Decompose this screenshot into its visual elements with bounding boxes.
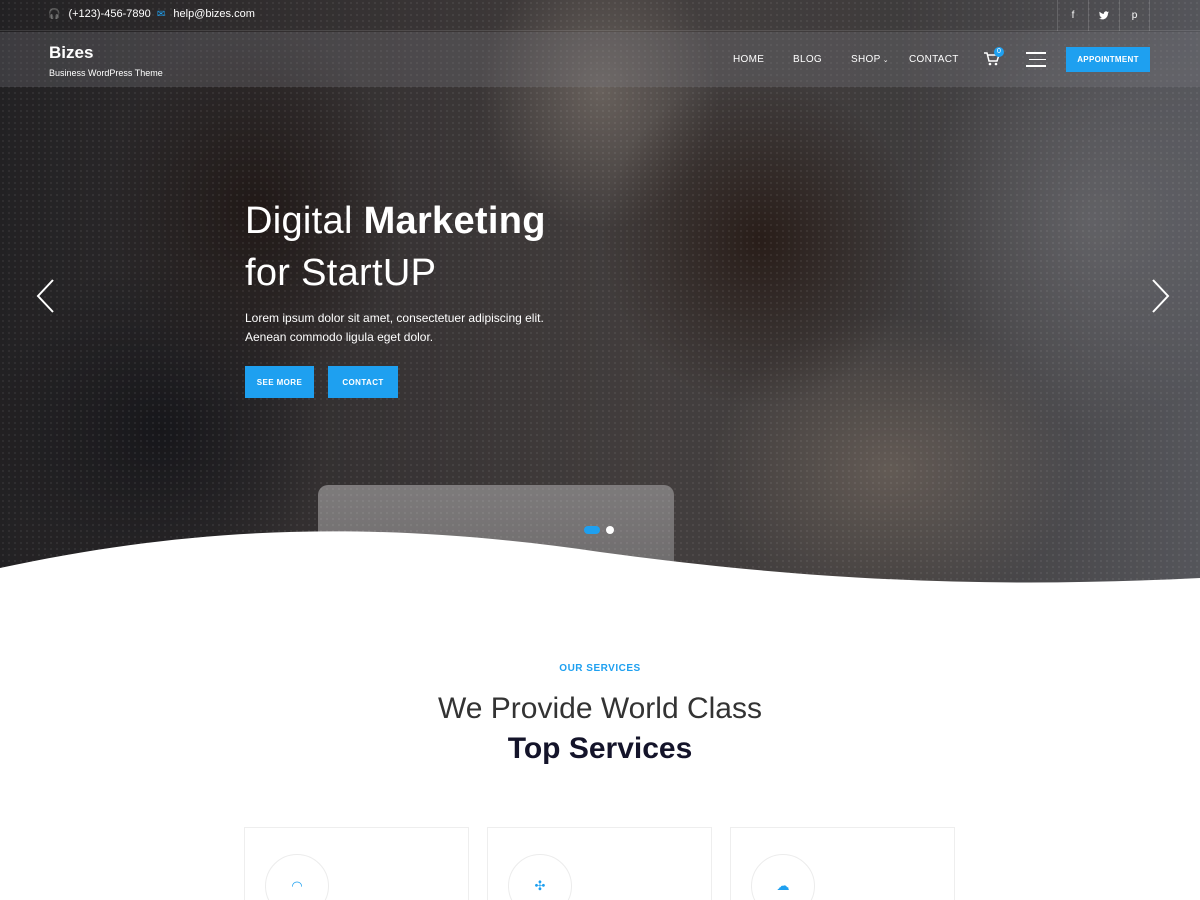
service-card[interactable]: ◠ [244, 827, 469, 900]
mail-icon: ✉ [157, 8, 166, 20]
site-name: Bizes [49, 43, 94, 62]
email-address: help@bizes.com [173, 8, 255, 20]
headset-icon: 🎧 [48, 8, 61, 20]
pinterest-icon[interactable]: p [1119, 0, 1150, 31]
chevron-down-icon: ⌄ [880, 57, 889, 64]
facebook-icon[interactable]: f [1057, 0, 1088, 31]
nav-item-contact[interactable]: CONTACT [909, 54, 959, 65]
network-icon: ✣ [508, 854, 572, 900]
hero-overlay [0, 0, 1200, 600]
contact-button[interactable]: CONTACT [328, 366, 398, 398]
hero-description-line2: Aenean commodo ligula eget dolor. [245, 330, 434, 344]
services-eyebrow: OUR SERVICES [559, 663, 641, 674]
cart-count-badge: 0 [994, 47, 1004, 57]
hero-headline-bold: Marketing [363, 200, 546, 242]
site-tagline: Business WordPress Theme [49, 68, 163, 78]
service-card[interactable]: ✣ [487, 827, 712, 900]
cloud-upload-icon: ☁ [751, 854, 815, 900]
slider-dot-1[interactable] [584, 526, 600, 534]
nav-item-shop-label: SHOP [851, 54, 881, 65]
service-card[interactable]: ☁ [730, 827, 955, 900]
speed-gauge-icon: ◠ [265, 854, 329, 900]
phone-contact[interactable]: 🎧 (+123)-456-7890 [48, 8, 151, 20]
hero-headline: Digital Marketing for StartUP [245, 195, 546, 299]
services-title-light: We Provide World Class [438, 692, 762, 725]
hamburger-menu-icon[interactable] [1026, 52, 1046, 72]
chevron-left-icon[interactable] [35, 278, 55, 314]
main-navbar: Bizes Business WordPress Theme HOME BLOG… [0, 32, 1200, 87]
nav-item-blog[interactable]: BLOG [793, 54, 822, 65]
hero-headline-line2: for StartUP [245, 252, 437, 294]
hero-slider: 🎧 (+123)-456-7890 ✉ help@bizes.com f p B… [0, 0, 1200, 600]
hero-headline-light: Digital [245, 200, 364, 242]
social-links: f p [1057, 0, 1150, 31]
email-contact[interactable]: ✉ help@bizes.com [157, 8, 255, 20]
twitter-icon[interactable] [1088, 0, 1119, 31]
phone-number: (+123)-456-7890 [68, 8, 151, 20]
services-title-bold: Top Services [507, 732, 693, 765]
slider-dot-2[interactable] [606, 526, 614, 534]
top-bar: 🎧 (+123)-456-7890 ✉ help@bizes.com f p [0, 0, 1200, 31]
appointment-button[interactable]: APPOINTMENT [1066, 47, 1150, 72]
slider-pagination [584, 526, 614, 534]
nav-item-shop[interactable]: SHOP ⌄ [851, 54, 889, 65]
hero-description: Lorem ipsum dolor sit amet, consectetuer… [245, 309, 544, 347]
nav-item-home[interactable]: HOME [733, 54, 764, 65]
see-more-button[interactable]: SEE MORE [245, 366, 314, 398]
chevron-right-icon[interactable] [1151, 278, 1171, 314]
hero-description-line1: Lorem ipsum dolor sit amet, consectetuer… [245, 311, 544, 325]
site-logo[interactable]: Bizes Business WordPress Theme [49, 43, 163, 78]
